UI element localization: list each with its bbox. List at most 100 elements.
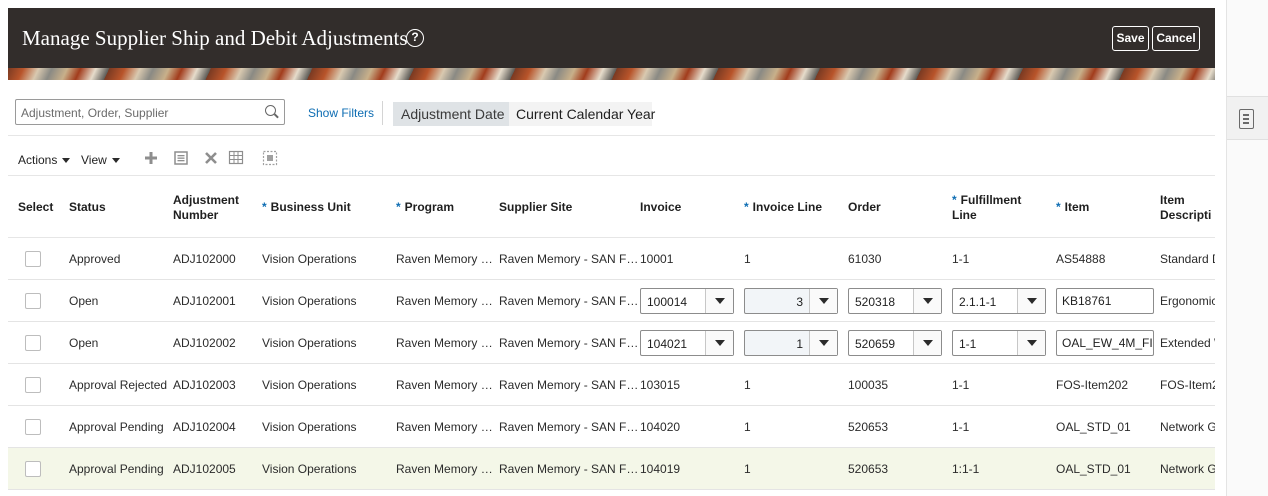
row-checkbox[interactable]	[25, 251, 41, 267]
fulfillment-line-cell: 1-1	[952, 252, 970, 266]
invoice-line-select[interactable]: 1	[744, 330, 838, 356]
cancel-button[interactable]: Cancel	[1152, 26, 1200, 51]
delete-icon[interactable]	[203, 150, 219, 166]
item-description-cell: Ergonomic	[1160, 294, 1215, 308]
supplier-site-cell: Raven Memory - SAN F…	[499, 420, 639, 434]
item-description-cell: Network Ga	[1160, 420, 1215, 434]
item-cell: OAL_STD_01	[1056, 462, 1131, 476]
order-cell: 61030	[848, 252, 882, 266]
col-header-select: Select	[18, 200, 54, 214]
chevron-down-icon[interactable]	[809, 331, 837, 355]
invoice-line-select[interactable]: 3	[744, 288, 838, 314]
table-row[interactable]: Open ADJ102002 Vision Operations Raven M…	[8, 322, 1215, 364]
show-filters-link[interactable]: Show Filters	[308, 106, 374, 120]
edit-icon[interactable]	[173, 150, 189, 166]
item-input[interactable]	[1062, 336, 1153, 350]
item-field[interactable]	[1056, 330, 1154, 356]
fulfillment-line-select[interactable]: 2.1.1-1	[952, 288, 1046, 314]
program-cell: Raven Memory …	[396, 294, 493, 308]
adjustment-number-cell[interactable]: ADJ102001	[173, 294, 236, 308]
detach-icon[interactable]	[262, 150, 278, 166]
business-unit-cell: Vision Operations	[262, 294, 357, 308]
col-header-supplier-site[interactable]: Supplier Site	[499, 200, 572, 215]
chevron-down-icon[interactable]	[913, 289, 941, 313]
status-cell: Approval Rejected	[69, 378, 168, 392]
help-icon[interactable]: ?	[406, 29, 424, 47]
chevron-down-icon	[62, 158, 71, 164]
chevron-down-icon[interactable]	[1017, 289, 1045, 313]
required-icon: *	[396, 200, 401, 214]
row-checkbox[interactable]	[25, 461, 41, 477]
page-header: Manage Supplier Ship and Debit Adjustmen…	[8, 8, 1215, 68]
order-cell: 520653	[848, 420, 889, 434]
table-row[interactable]: Open ADJ102001 Vision Operations Raven M…	[8, 280, 1215, 322]
view-label: View	[81, 153, 107, 167]
status-cell: Open	[69, 336, 99, 350]
fulfillment-line-cell: 1:1-1	[952, 462, 980, 476]
chevron-down-icon[interactable]	[705, 331, 733, 355]
supplier-site-cell: Raven Memory - SAN F…	[499, 252, 639, 266]
order-select[interactable]: 520318	[848, 288, 942, 314]
adjustment-number-cell[interactable]: ADJ102000	[173, 252, 236, 266]
adjustment-number-cell[interactable]: ADJ102005	[173, 462, 236, 476]
row-checkbox[interactable]	[25, 293, 41, 309]
invoice-select[interactable]: 100014	[640, 288, 734, 314]
chevron-down-icon[interactable]	[809, 289, 837, 313]
filter-value-chip[interactable]: Current Calendar Year	[509, 102, 655, 126]
invoice-line-cell: 1	[744, 252, 751, 266]
item-cell: OAL_STD_01	[1056, 420, 1131, 434]
view-menu[interactable]: View	[81, 153, 120, 167]
col-header-order[interactable]: Order	[848, 200, 881, 215]
table-row[interactable]: Approval Pending ADJ102004 Vision Operat…	[8, 406, 1215, 448]
col-header-fulfillment-line[interactable]: * Fulfillment Line	[952, 193, 1021, 223]
adjustment-number-cell[interactable]: ADJ102003	[173, 378, 236, 392]
status-cell: Approval Pending	[69, 462, 164, 476]
fulfillment-line-select[interactable]: 1-1	[952, 330, 1046, 356]
header-banner	[8, 68, 1215, 80]
row-checkbox[interactable]	[25, 377, 41, 393]
col-header-item-description[interactable]: Item Descripti	[1160, 193, 1215, 223]
search-input[interactable]	[21, 104, 256, 121]
table-row[interactable]: Approval Pending ADJ102005 Vision Operat…	[8, 448, 1215, 490]
col-header-adjustment-number[interactable]: Adjustment Number	[173, 193, 239, 223]
invoice-cell: 104020	[640, 420, 681, 434]
program-cell: Raven Memory …	[396, 378, 493, 392]
save-button[interactable]: Save	[1112, 26, 1149, 51]
adjustment-number-cell[interactable]: ADJ102002	[173, 336, 236, 350]
col-header-item[interactable]: * Item	[1056, 200, 1089, 215]
rail-tab[interactable]	[1227, 96, 1268, 140]
fulfillment-line-cell: 1-1	[952, 378, 970, 392]
table-row[interactable]: Approved ADJ102000 Vision Operations Rav…	[8, 238, 1215, 280]
search-icon[interactable]	[265, 105, 276, 116]
col-header-invoice[interactable]: Invoice	[640, 200, 681, 215]
chevron-down-icon[interactable]	[705, 289, 733, 313]
actions-menu[interactable]: Actions	[18, 153, 71, 167]
item-cell: AS54888	[1056, 252, 1106, 266]
order-cell: 520653	[848, 462, 889, 476]
row-checkbox[interactable]	[25, 335, 41, 351]
item-description-cell: FOS-Item2	[1160, 378, 1215, 392]
chevron-down-icon[interactable]	[1017, 331, 1045, 355]
invoice-select[interactable]: 104021	[640, 330, 734, 356]
col-header-status[interactable]: Status	[69, 200, 106, 215]
col-header-invoice-line[interactable]: * Invoice Line	[744, 200, 822, 215]
search-box	[15, 99, 285, 125]
divider	[8, 135, 1215, 136]
col-header-business-unit[interactable]: * Business Unit	[262, 200, 351, 215]
col-header-program[interactable]: * Program	[396, 200, 454, 215]
chevron-down-icon[interactable]	[913, 331, 941, 355]
freeze-icon[interactable]	[228, 150, 244, 166]
adjustment-number-cell[interactable]: ADJ102004	[173, 420, 236, 434]
add-icon[interactable]	[143, 150, 159, 166]
table-row[interactable]: Approval Rejected ADJ102003 Vision Opera…	[8, 364, 1215, 406]
supplier-site-cell: Raven Memory - SAN F…	[499, 294, 639, 308]
row-checkbox[interactable]	[25, 419, 41, 435]
item-field[interactable]	[1056, 288, 1154, 314]
item-cell: FOS-Item202	[1056, 378, 1129, 392]
supplier-site-cell: Raven Memory - SAN F…	[499, 462, 639, 476]
program-cell: Raven Memory …	[396, 462, 493, 476]
page-title: Manage Supplier Ship and Debit Adjustmen…	[22, 26, 408, 50]
order-select[interactable]: 520659	[848, 330, 942, 356]
filter-field-chip[interactable]: Adjustment Date	[393, 102, 509, 126]
item-input[interactable]	[1062, 294, 1153, 308]
